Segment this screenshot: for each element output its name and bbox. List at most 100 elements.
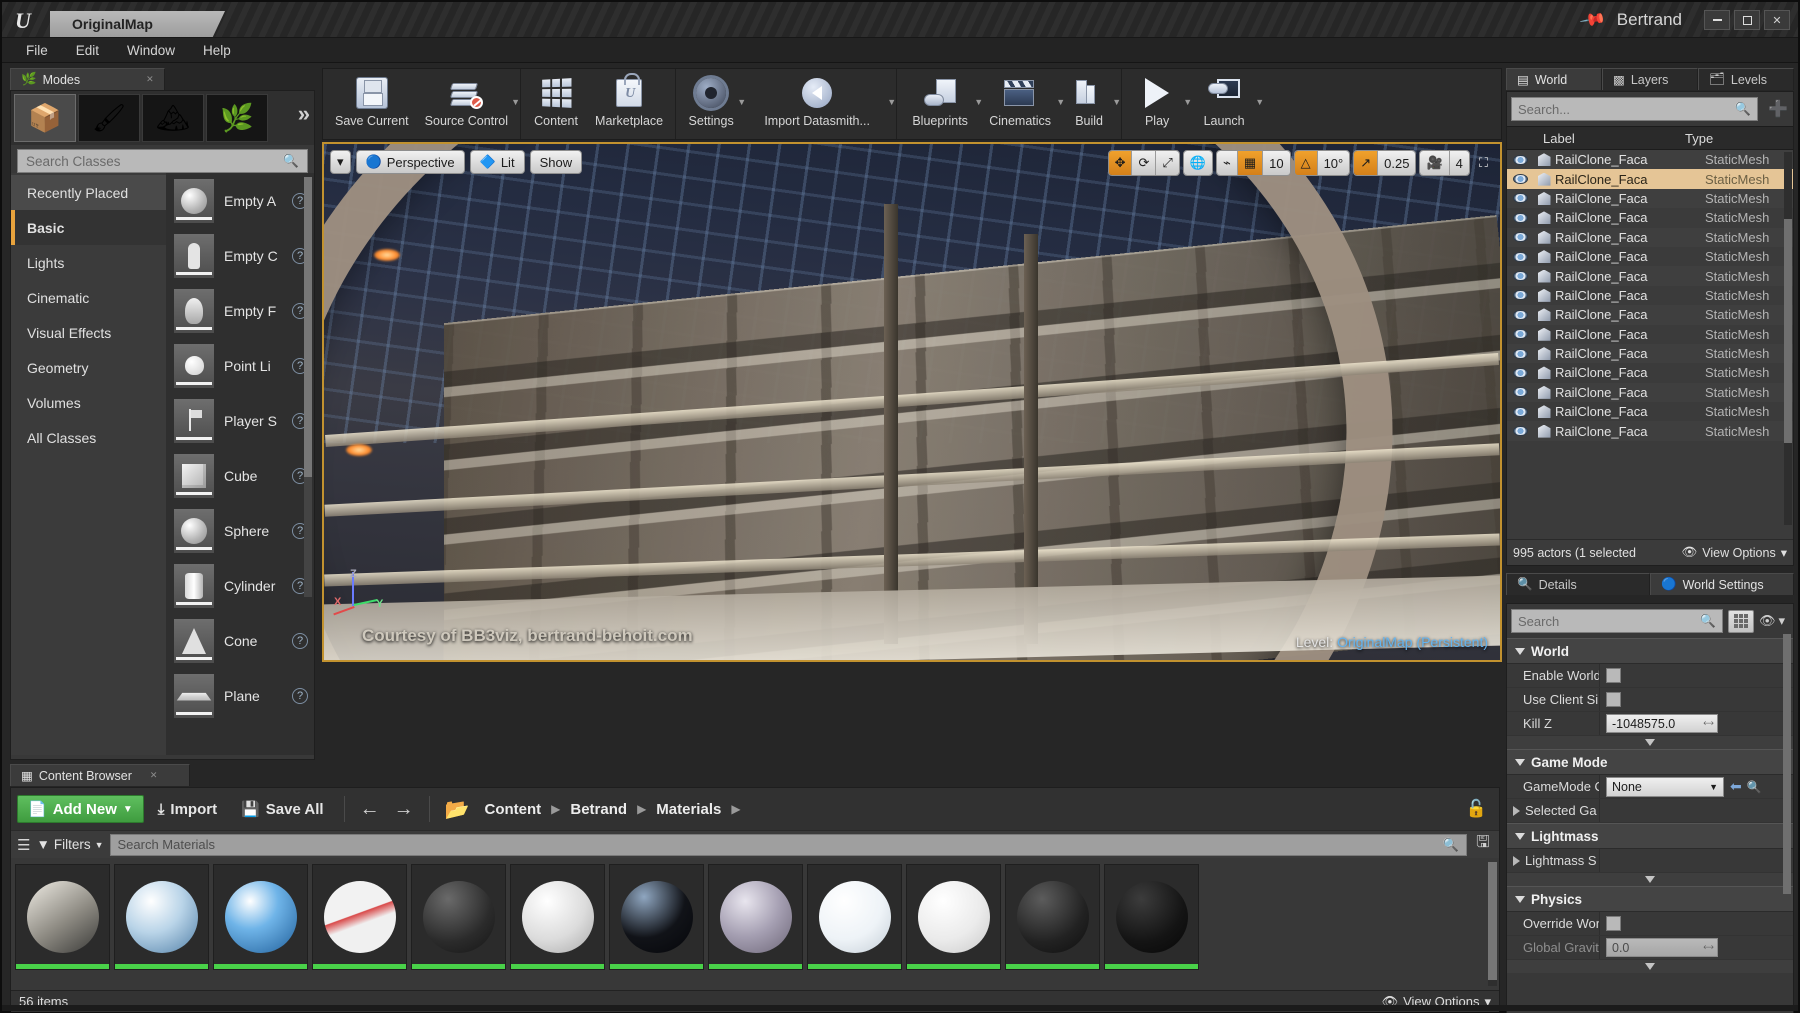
tab-levels[interactable]: 🗂 Levels [1698, 68, 1794, 90]
list-item[interactable]: Plane ? [166, 668, 314, 723]
grid-snap-icon[interactable]: ▦ [1238, 151, 1263, 175]
settings-button[interactable]: Settings ▼ [680, 69, 742, 139]
table-row[interactable]: RailClone_FacaStaticMesh [1507, 402, 1793, 421]
tab-modes[interactable]: 🌿 Modes ✕ [10, 68, 165, 90]
section-lightmass[interactable]: Lightmass [1507, 823, 1793, 849]
visibility-eye-icon[interactable] [1507, 155, 1533, 165]
asset-tile[interactable] [510, 864, 605, 970]
play-button[interactable]: Play ▼ [1126, 69, 1188, 139]
outliner-view-options-button[interactable]: 👁 View Options ▾ [1681, 545, 1787, 560]
chevron-down-icon[interactable]: ▼ [887, 97, 896, 107]
menu-item-help[interactable]: Help [189, 43, 245, 58]
angle-snap-icon[interactable]: △ [1295, 151, 1318, 175]
minimize-button[interactable] [1704, 10, 1730, 30]
tab-details[interactable]: 🔍 Details [1506, 573, 1650, 595]
table-row[interactable]: RailClone_FacaStaticMesh [1507, 247, 1793, 266]
map-tab[interactable]: OriginalMap [50, 11, 225, 37]
details-search-input[interactable]: Search 🔍 [1511, 609, 1723, 633]
chevron-down-icon[interactable]: ▼ [1255, 97, 1264, 107]
camera-speed-value[interactable]: 4 [1450, 151, 1469, 175]
menu-item-edit[interactable]: Edit [62, 43, 113, 58]
scale-snap-icon[interactable]: ↗ [1354, 151, 1378, 175]
column-grid-icon[interactable] [1728, 610, 1754, 633]
chevron-down-icon[interactable]: ▼ [1112, 97, 1121, 107]
world-coords-icon[interactable]: 🌐 [1184, 151, 1212, 175]
save-all-button[interactable]: 💾 Save All [231, 795, 334, 823]
visibility-eye-icon[interactable] [1507, 213, 1533, 223]
use-client-side-checkbox[interactable] [1606, 692, 1621, 707]
category-all-classes[interactable]: All Classes [11, 420, 166, 455]
visibility-eye-icon[interactable] [1507, 426, 1533, 436]
place-mode-icon[interactable]: 📦 [14, 94, 76, 142]
table-row[interactable]: RailClone_FacaStaticMesh [1507, 150, 1793, 169]
table-row[interactable]: RailClone_FacaStaticMesh [1507, 363, 1793, 382]
save-search-icon[interactable]: 🖫 [1473, 835, 1493, 855]
nav-forward-icon[interactable]: → [389, 798, 419, 821]
paint-mode-icon[interactable]: 🖌 [78, 94, 140, 142]
table-row[interactable]: RailClone_FacaStaticMesh [1507, 305, 1793, 324]
scale-size-value[interactable]: 0.25 [1378, 151, 1415, 175]
breadcrumb-betrand[interactable]: Betrand [564, 801, 633, 818]
column-header-label[interactable]: Label [1507, 131, 1685, 146]
import-button[interactable]: ⤓ Import [148, 795, 227, 823]
marketplace-button[interactable]: U Marketplace [587, 69, 671, 139]
visibility-eye-icon[interactable] [1507, 368, 1533, 378]
launch-button[interactable]: Launch ▼ [1188, 69, 1260, 139]
category-recently-placed[interactable]: Recently Placed [11, 175, 166, 210]
column-header-type[interactable]: Type [1685, 131, 1793, 146]
table-row[interactable]: RailClone_FacaStaticMesh [1507, 189, 1793, 208]
asset-tile[interactable] [1104, 864, 1199, 970]
content-browser-scrollbar[interactable] [1488, 862, 1497, 986]
override-world-gravity-checkbox[interactable] [1606, 916, 1621, 931]
visibility-eye-icon[interactable] [1507, 387, 1533, 397]
visibility-eye-icon[interactable] [1507, 232, 1533, 242]
category-visual-effects[interactable]: Visual Effects [11, 315, 166, 350]
table-row[interactable]: RailClone_FacaStaticMesh [1507, 169, 1793, 188]
table-row[interactable]: RailClone_FacaStaticMesh [1507, 266, 1793, 285]
drag-handle-icon[interactable]: ⤢ [1701, 717, 1714, 730]
viewport-camera-mode-button[interactable]: 🔵 Perspective [356, 150, 465, 174]
modes-scrollbar[interactable] [304, 177, 312, 597]
list-item[interactable]: Cylinder ? [166, 558, 314, 613]
expand-triangle-icon[interactable] [1513, 806, 1520, 816]
close-icon[interactable]: ✕ [146, 74, 154, 85]
list-item[interactable]: Empty C ? [166, 228, 314, 283]
visibility-eye-icon[interactable] [1507, 174, 1533, 184]
lock-icon[interactable]: 🔓 [1466, 799, 1493, 819]
level-viewport[interactable]: ▾ 🔵 Perspective 🔷 Lit Show ✥ ⟳ ⤢ 🌐 [322, 142, 1502, 662]
asset-tile[interactable] [213, 864, 308, 970]
visibility-eye-icon[interactable] [1507, 349, 1533, 359]
expand-triangle-icon[interactable] [1513, 856, 1520, 866]
asset-tile[interactable] [114, 864, 209, 970]
list-item[interactable]: Empty F ? [166, 283, 314, 338]
table-row[interactable]: RailClone_FacaStaticMesh [1507, 228, 1793, 247]
breadcrumb-content[interactable]: Content [478, 801, 547, 818]
import-datasmith-button[interactable]: Import Datasmith... ▼ [742, 69, 892, 139]
filters-button[interactable]: ▼ Filters ▼ [36, 837, 103, 852]
asset-tile[interactable] [906, 864, 1001, 970]
save-current-button[interactable]: Save Current [327, 69, 417, 139]
visibility-eye-icon[interactable] [1507, 252, 1533, 262]
outliner-scrollbar[interactable] [1784, 152, 1792, 525]
table-row[interactable]: RailClone_FacaStaticMesh [1507, 344, 1793, 363]
kill-z-input[interactable]: -1048575.0 ⤢ [1606, 714, 1718, 733]
visibility-eye-icon[interactable] [1507, 271, 1533, 281]
viewport-lit-mode-button[interactable]: 🔷 Lit [470, 150, 525, 174]
tab-content-browser[interactable]: ▦ Content Browser ✕ [10, 764, 190, 786]
help-icon[interactable]: ? [292, 688, 308, 704]
surface-snap-icon[interactable]: ⌁ [1217, 151, 1238, 175]
blueprints-button[interactable]: Blueprints ▼ [901, 69, 979, 139]
gamemode-override-select[interactable]: None ▼ [1606, 777, 1724, 797]
sources-panel-icon[interactable]: ☰ [17, 836, 30, 854]
asset-tile[interactable] [411, 864, 506, 970]
table-row[interactable]: RailClone_FacaStaticMesh [1507, 325, 1793, 344]
close-button[interactable]: ✕ [1764, 10, 1790, 30]
category-volumes[interactable]: Volumes [11, 385, 166, 420]
asset-tile[interactable] [312, 864, 407, 970]
global-gravity-input[interactable]: 0.0 ⤢ [1606, 938, 1718, 957]
section-world[interactable]: World [1507, 638, 1793, 664]
translate-gizmo-icon[interactable]: ✥ [1109, 151, 1133, 175]
world-section-expander[interactable] [1507, 736, 1793, 749]
visibility-eye-icon[interactable] [1507, 407, 1533, 417]
visibility-eye-icon[interactable] [1507, 310, 1533, 320]
